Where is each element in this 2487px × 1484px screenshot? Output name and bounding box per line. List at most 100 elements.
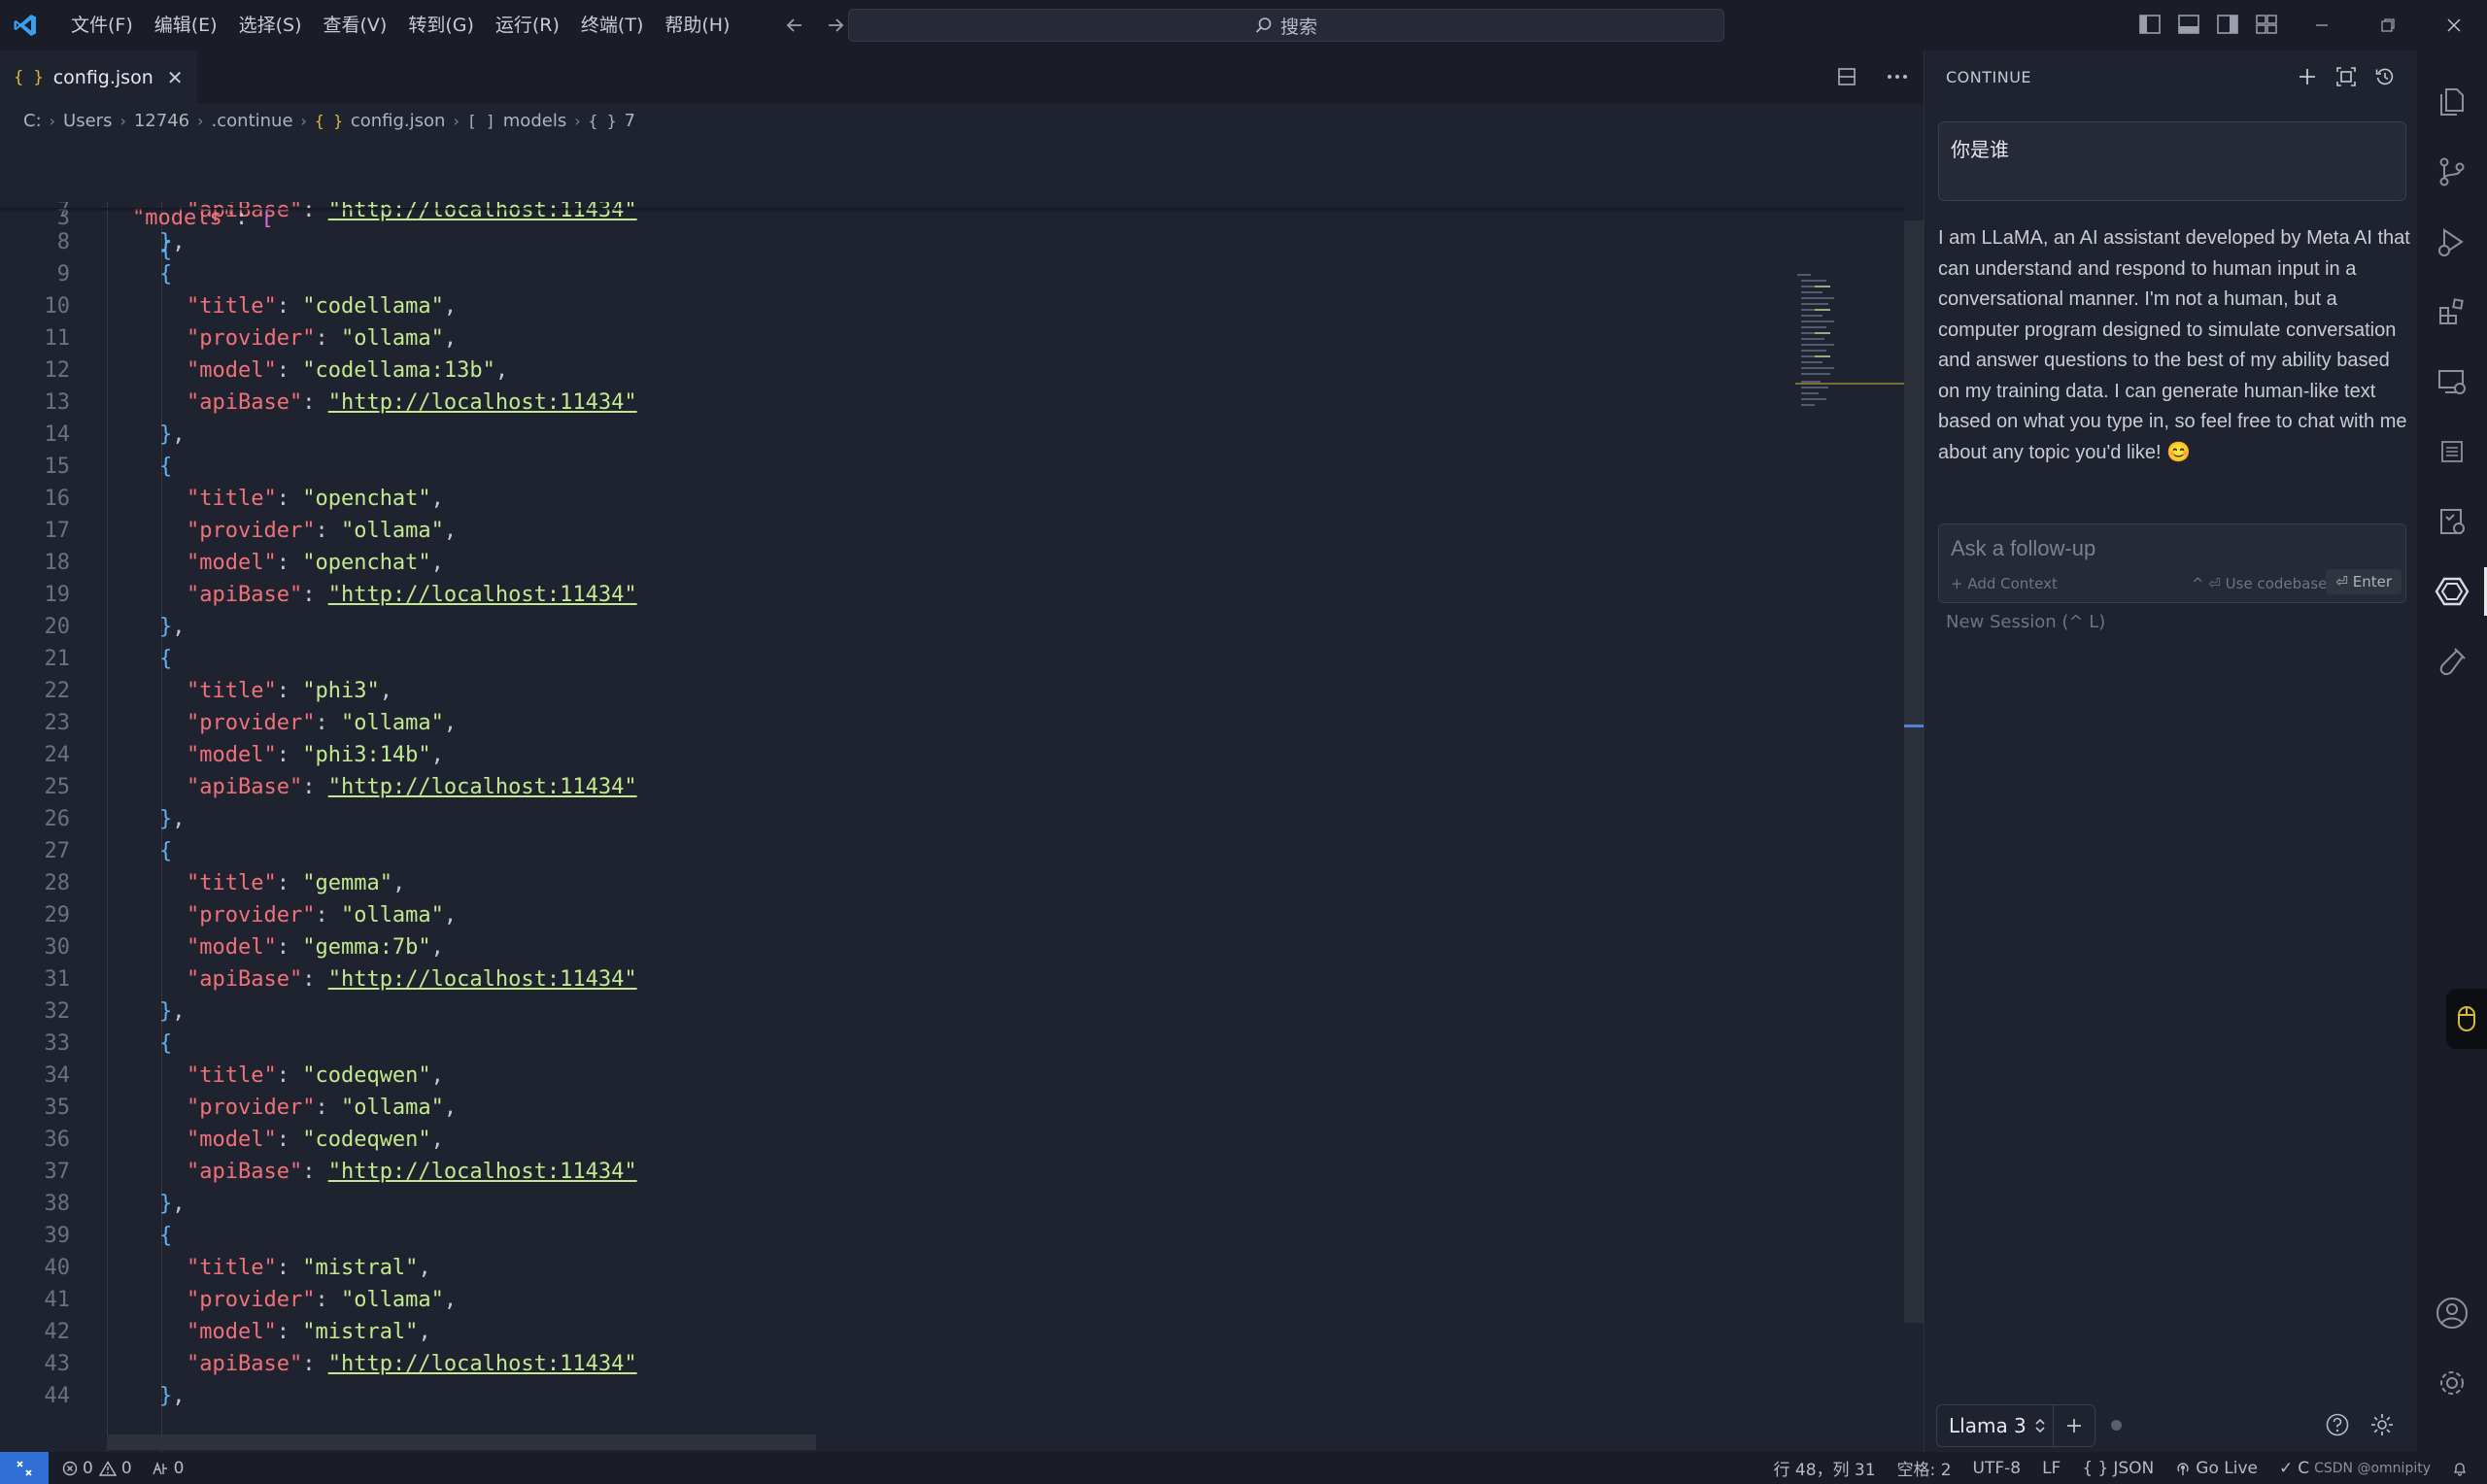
language-mode[interactable]: { } JSON bbox=[2082, 1459, 2154, 1478]
line-number: 12 bbox=[44, 358, 71, 383]
problems-indicator[interactable]: 0 0 0 bbox=[62, 1459, 184, 1478]
minimize-icon[interactable] bbox=[2289, 0, 2355, 51]
close-window-icon[interactable] bbox=[2421, 0, 2487, 51]
code-punct: : bbox=[276, 1256, 303, 1280]
testing-icon[interactable] bbox=[2417, 488, 2487, 556]
command-search-box[interactable]: 搜索 bbox=[848, 9, 1724, 42]
toggle-secondary-sidebar-icon[interactable] bbox=[2215, 12, 2240, 37]
add-model-button[interactable] bbox=[2054, 1405, 2095, 1446]
help-icon[interactable] bbox=[2325, 1412, 2350, 1437]
line-number: 20 bbox=[44, 615, 71, 639]
menu-terminal[interactable]: 终端(T) bbox=[570, 0, 654, 51]
indentation[interactable]: 空格: 2 bbox=[1897, 1456, 1952, 1480]
breadcrumb-users[interactable]: Users bbox=[63, 111, 112, 131]
restore-icon[interactable] bbox=[2355, 0, 2421, 51]
code-punct: , bbox=[418, 1256, 431, 1280]
encoding[interactable]: UTF-8 bbox=[1973, 1459, 2022, 1478]
followup-input[interactable] bbox=[1951, 534, 2388, 563]
code-punct: , bbox=[172, 615, 186, 639]
line-number: 38 bbox=[44, 1192, 71, 1216]
code-token: "ollama" bbox=[340, 326, 444, 351]
run-debug-icon[interactable] bbox=[2417, 208, 2487, 276]
new-session-icon[interactable] bbox=[2295, 64, 2320, 89]
continue-extension-icon[interactable] bbox=[2417, 557, 2487, 625]
model-name: Llama 3 bbox=[1949, 1414, 2027, 1437]
tab-config-json[interactable]: { } config.json ✕ bbox=[0, 51, 197, 103]
add-context-button[interactable]: + Add Context bbox=[1951, 575, 2058, 592]
code-punct: : bbox=[276, 1128, 303, 1152]
breadcrumb-array[interactable]: models bbox=[503, 111, 566, 131]
code-token: "ollama" bbox=[340, 711, 444, 735]
sticky-line[interactable]: 2 "models": [ bbox=[0, 138, 1904, 230]
beaker-icon[interactable] bbox=[2417, 627, 2487, 695]
continue-status[interactable]: ✓ C CSDN @omnipity bbox=[2279, 1459, 2431, 1478]
extensions-icon[interactable] bbox=[2417, 278, 2487, 346]
output-panel-icon[interactable] bbox=[2417, 418, 2487, 486]
code-text: "model": "mistral", bbox=[187, 1316, 431, 1348]
forward-arrow-icon[interactable] bbox=[824, 14, 847, 37]
menu-file[interactable]: 文件(F) bbox=[60, 0, 144, 51]
code-token: "phi3" bbox=[302, 679, 380, 703]
line-number: 19 bbox=[44, 583, 71, 607]
menu-edit[interactable]: 编辑(E) bbox=[144, 0, 228, 51]
sticky-line[interactable]: 3 { bbox=[0, 170, 1904, 262]
go-live-button[interactable]: Go Live bbox=[2175, 1459, 2258, 1478]
split-editor-icon[interactable] bbox=[1832, 62, 1861, 91]
code-punct: , bbox=[443, 519, 458, 543]
code-token: "title" bbox=[187, 1063, 277, 1088]
horizontal-scrollbar-thumb[interactable] bbox=[107, 1434, 816, 1450]
more-actions-icon[interactable] bbox=[1883, 62, 1912, 91]
tab-close-icon[interactable]: ✕ bbox=[167, 66, 184, 89]
code-token: "openchat" bbox=[302, 487, 431, 511]
menu-help[interactable]: 帮助(H) bbox=[654, 0, 740, 51]
floating-mouse-icon[interactable] bbox=[2446, 989, 2487, 1049]
fullscreen-icon[interactable] bbox=[2334, 64, 2359, 89]
customize-layout-icon[interactable] bbox=[2254, 12, 2279, 37]
code-text: "provider": "ollama", bbox=[187, 322, 457, 354]
tab-label: config.json bbox=[52, 67, 153, 88]
breadcrumb-user[interactable]: 12746 bbox=[134, 111, 189, 131]
plus-icon bbox=[2067, 1419, 2081, 1433]
new-session-link[interactable]: New Session (^ L) bbox=[1946, 612, 2105, 632]
use-codebase-button[interactable]: ^ ⏎ Use codebase bbox=[2192, 575, 2327, 592]
menu-view[interactable]: 查看(V) bbox=[313, 0, 398, 51]
followup-box: + Add Context ^ ⏎ Use codebase ⏎ Enter bbox=[1938, 523, 2406, 603]
user-message[interactable]: 你是谁 bbox=[1938, 121, 2406, 201]
line-number: 32 bbox=[44, 999, 71, 1024]
menu-run[interactable]: 运行(R) bbox=[485, 0, 570, 51]
end-of-line[interactable]: LF bbox=[2042, 1459, 2061, 1478]
explorer-icon[interactable] bbox=[2417, 68, 2487, 136]
code-text: "title": "codellama", bbox=[187, 290, 457, 322]
code-token: "title" bbox=[187, 871, 277, 895]
menu-selection[interactable]: 选择(S) bbox=[228, 0, 313, 51]
toggle-panel-icon[interactable] bbox=[2176, 12, 2201, 37]
code-token: "gemma:7b" bbox=[302, 935, 431, 960]
toggle-primary-sidebar-icon[interactable] bbox=[2137, 12, 2163, 37]
breadcrumb-file[interactable]: config.json bbox=[351, 111, 446, 131]
settings-icon[interactable] bbox=[2369, 1412, 2395, 1437]
source-control-icon[interactable] bbox=[2417, 138, 2487, 206]
breadcrumb-object[interactable]: 7 bbox=[625, 111, 635, 131]
account-icon[interactable] bbox=[2417, 1279, 2487, 1347]
code-punct: } bbox=[159, 1384, 173, 1408]
back-arrow-icon[interactable] bbox=[783, 14, 806, 37]
history-icon[interactable] bbox=[2372, 64, 2398, 89]
minimap[interactable] bbox=[1795, 272, 1904, 418]
vertical-scrollbar-thumb[interactable] bbox=[1904, 220, 1924, 1323]
menu-go[interactable]: 转到(G) bbox=[397, 0, 485, 51]
code-token: "title" bbox=[187, 1256, 277, 1280]
manage-gear-icon[interactable] bbox=[2417, 1349, 2487, 1417]
code-editor[interactable]: 6"model": "llama3",7"apiBase": "http://l… bbox=[0, 138, 1904, 1452]
model-dropdown[interactable]: Llama 3 bbox=[1937, 1405, 2054, 1446]
chevron-right-icon: › bbox=[49, 111, 56, 130]
breadcrumb-folder[interactable]: .continue bbox=[212, 111, 293, 131]
window-controls bbox=[2289, 0, 2487, 51]
chevron-right-icon: › bbox=[119, 111, 126, 130]
remote-explorer-icon[interactable] bbox=[2417, 348, 2487, 416]
remote-indicator-icon[interactable] bbox=[0, 1452, 49, 1484]
breadcrumb-drive[interactable]: C: bbox=[23, 111, 42, 131]
cursor-position[interactable]: 行 48，列 31 bbox=[1773, 1456, 1875, 1480]
check-icon: ✓ bbox=[2278, 1458, 2294, 1478]
enter-button[interactable]: ⏎ Enter bbox=[2326, 569, 2402, 594]
notifications-bell-icon[interactable] bbox=[2452, 1461, 2468, 1476]
